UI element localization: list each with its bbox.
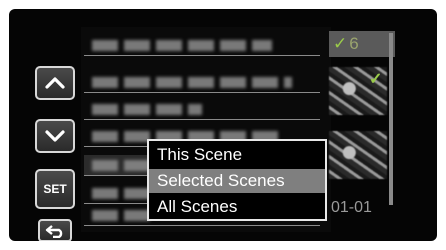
list-item[interactable] [84, 72, 320, 93]
list-item[interactable] [84, 35, 320, 56]
scene-thumbnail[interactable] [329, 131, 387, 179]
set-button[interactable]: SET [35, 169, 75, 209]
chevron-down-icon [45, 130, 65, 142]
up-button[interactable] [35, 66, 75, 100]
chevron-up-icon [45, 77, 65, 89]
return-arrow-icon [45, 224, 63, 238]
back-button[interactable] [38, 219, 72, 241]
camera-screen: ✓ 6 ✓ 01-01 SET This Scene Selected Scen… [9, 9, 437, 241]
menu-item-this-scene[interactable]: This Scene [149, 143, 325, 167]
down-button[interactable] [35, 119, 75, 153]
thumbnail-column: ✓ 6 ✓ 01-01 [329, 27, 395, 232]
list-item[interactable] [84, 99, 320, 120]
scene-scope-menu: This Scene Selected Scenes All Scenes [147, 139, 327, 221]
menu-item-all-scenes[interactable]: All Scenes [149, 195, 325, 219]
menu-item-selected-scenes[interactable]: Selected Scenes [149, 169, 325, 193]
check-icon: ✓ [333, 34, 348, 53]
set-button-label: SET [43, 182, 67, 196]
selected-count-value: 6 [349, 34, 359, 53]
scrollbar[interactable] [389, 33, 393, 205]
check-icon: ✓ [369, 71, 383, 88]
selected-count: ✓ 6 [329, 31, 395, 57]
date-label: 01-01 [331, 199, 372, 216]
